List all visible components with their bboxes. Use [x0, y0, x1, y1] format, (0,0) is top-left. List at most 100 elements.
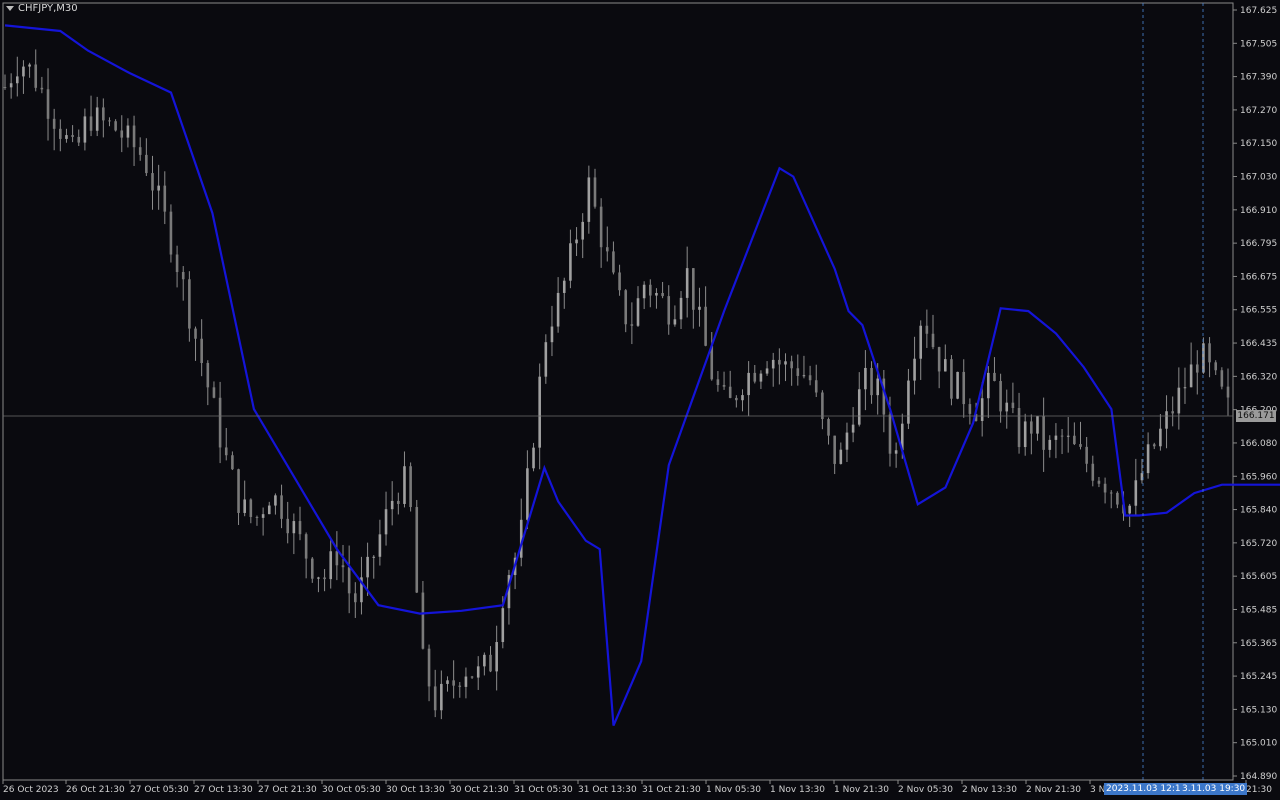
y-tick-label: 166.435 [1240, 339, 1277, 349]
candle-body [354, 593, 357, 603]
candle-body [556, 292, 560, 327]
candle-body [790, 361, 793, 369]
candle-body [71, 135, 74, 137]
candle-body [943, 359, 947, 372]
candle-body [169, 211, 173, 255]
y-tick-label: 166.675 [1240, 272, 1277, 282]
price-chart[interactable]: 167.625 167.505 167.390 167.270 167.150 167.0… [0, 0, 1280, 800]
candle-body [1073, 435, 1076, 445]
candle-body [532, 447, 535, 469]
candle-body [261, 514, 265, 518]
candle-body [1085, 446, 1088, 464]
candle-body [575, 239, 578, 244]
candle-body [188, 279, 191, 329]
candle-body [440, 683, 443, 711]
candle-body [458, 685, 462, 687]
candle-body [126, 125, 130, 138]
candle-body [200, 338, 203, 364]
candle-body [968, 404, 972, 414]
candle-body [1042, 416, 1045, 450]
candle-body [409, 466, 412, 508]
candle-body [735, 397, 738, 401]
candle-body [138, 147, 142, 155]
candle-body [741, 395, 744, 401]
candle-body [1066, 435, 1070, 437]
y-tick-label: 165.605 [1240, 572, 1277, 582]
y-tick-label: 167.270 [1240, 106, 1277, 116]
candle-body [851, 424, 855, 433]
candle-body [390, 500, 394, 510]
candle-body [470, 676, 474, 678]
candle-body [722, 385, 726, 387]
candle-body [1097, 480, 1101, 484]
y-tick-label: 167.150 [1240, 139, 1277, 149]
crosshair-time-tag-2: 3.11.03 19:30 [1180, 783, 1248, 795]
y-tick-label: 165.720 [1240, 539, 1277, 549]
candle-body [95, 107, 99, 131]
candle-body [489, 654, 492, 672]
candle-body [759, 373, 763, 382]
candle-body [661, 292, 664, 297]
candle-body [1079, 444, 1082, 447]
candle-body [77, 136, 81, 143]
candle-body [1202, 343, 1205, 373]
candle-body [501, 608, 505, 643]
candle-body [962, 371, 966, 405]
collapse-triangle-icon[interactable] [6, 6, 14, 11]
x-tick-label: 1 Nov 05:30 [706, 785, 761, 795]
candle-body [194, 328, 197, 339]
candle-body [1128, 505, 1131, 514]
x-tick-label: 30 Oct 13:30 [386, 785, 445, 795]
candle-body [864, 367, 867, 390]
candle-body [3, 87, 7, 89]
x-tick-label: 27 Oct 05:30 [130, 785, 189, 795]
candle-body [317, 577, 320, 579]
candle-body [347, 567, 351, 594]
candle-body [581, 221, 584, 240]
candle-body [925, 325, 929, 334]
y-tick-label: 167.030 [1240, 173, 1277, 183]
candle-body [642, 284, 646, 299]
candle-body [274, 495, 277, 506]
candle-body [618, 272, 621, 291]
candle-body [218, 397, 222, 448]
y-tick-label: 166.795 [1240, 239, 1277, 249]
candle-body [114, 121, 117, 131]
candle-body [747, 372, 750, 396]
candle-body [1214, 362, 1218, 371]
candle-body [526, 468, 529, 520]
candle-body [102, 107, 105, 121]
candle-body [280, 495, 283, 519]
candle-body [286, 518, 290, 534]
candle-body [298, 521, 302, 535]
candle-body [919, 325, 923, 359]
candle-body [1208, 343, 1211, 363]
candle-body [870, 367, 873, 396]
candle-body [120, 130, 124, 138]
candle-body [335, 551, 339, 566]
candle-body [771, 359, 775, 369]
candle-body [427, 648, 431, 687]
candle-body [931, 333, 935, 348]
candle-body [630, 324, 634, 326]
candle-body [937, 347, 941, 372]
candle-body [267, 505, 271, 515]
candle-body [1159, 428, 1162, 447]
candle-body [83, 116, 87, 143]
candle-body [784, 361, 787, 365]
candle-body [15, 76, 19, 84]
candle-body [692, 268, 695, 310]
last-price-tag: 166.171 [1236, 410, 1276, 422]
candle-body [1103, 483, 1107, 493]
candle-body [808, 375, 812, 381]
candle-body [9, 83, 13, 88]
x-tick-label: 31 Oct 21:30 [642, 785, 701, 795]
x-tick-label: 21:30 [1246, 785, 1272, 795]
candle-body [814, 380, 818, 393]
y-tick-label: 165.365 [1240, 639, 1277, 649]
candle-body [673, 319, 677, 325]
x-tick-label: 30 Oct 21:30 [450, 785, 509, 795]
x-tick-label: 2 Nov 05:30 [898, 785, 953, 795]
y-tick-label: 166.080 [1240, 439, 1277, 449]
candle-body [913, 358, 916, 381]
